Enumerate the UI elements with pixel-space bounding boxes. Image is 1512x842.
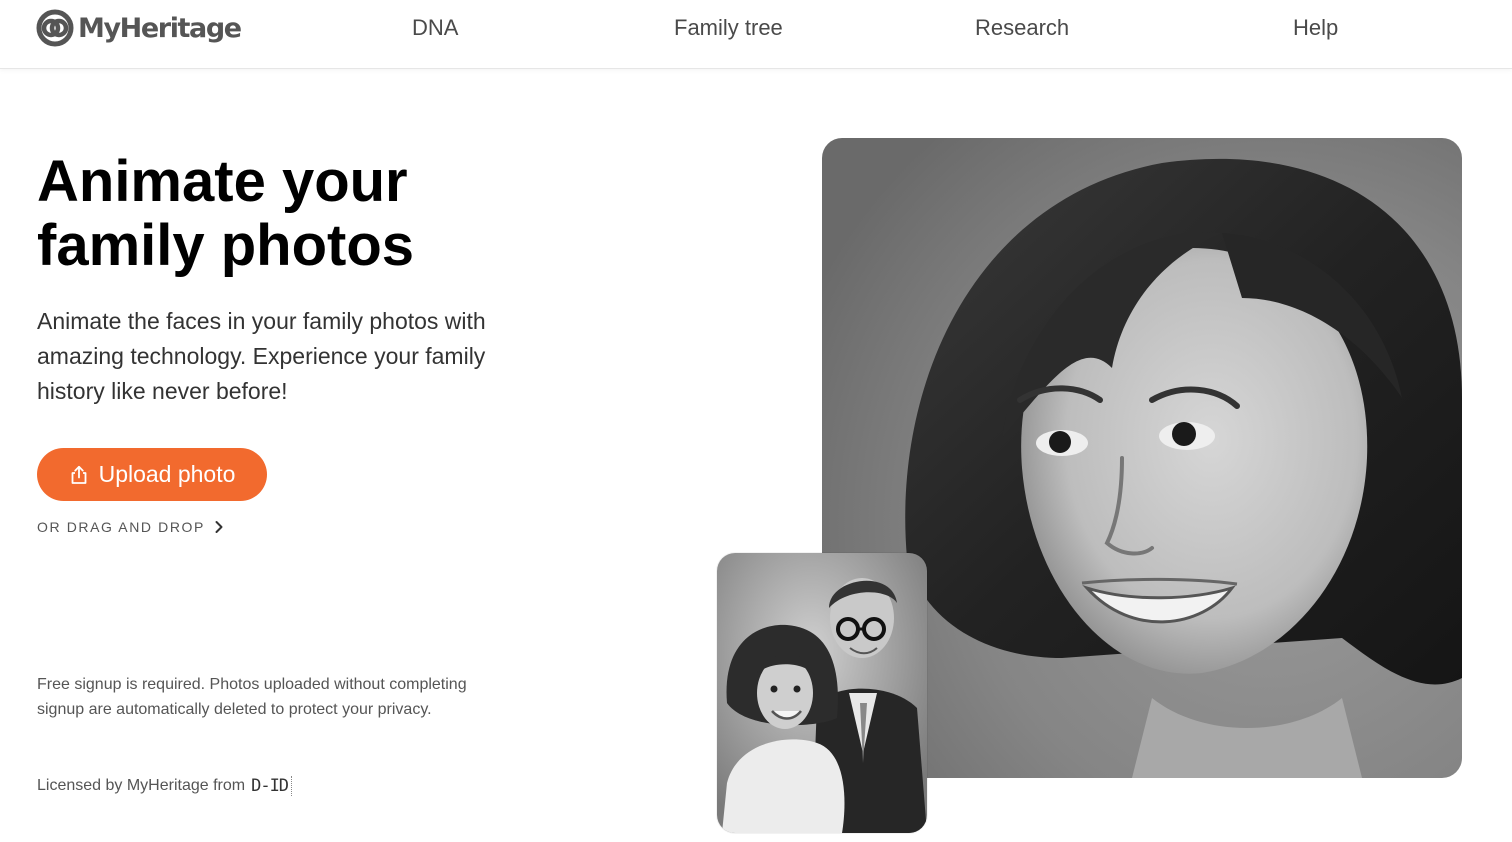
nav-dna[interactable]: DNA [412, 15, 458, 41]
drag-and-drop-link[interactable]: OR DRAG AND DROP [37, 519, 224, 535]
myheritage-logo[interactable]: MyHeritage [36, 9, 242, 47]
site-header: MyHeritage DNA Family tree Research Help [0, 0, 1512, 69]
logo-text: MyHeritage [78, 12, 242, 44]
title-line-2: family photos [37, 213, 415, 278]
couple-thumbnail-image[interactable] [717, 553, 927, 833]
upload-photo-label: Upload photo [98, 461, 236, 487]
nav-help[interactable]: Help [1293, 15, 1338, 41]
hero-description: Animate the faces in your family photos … [37, 308, 486, 404]
chevron-right-icon [215, 521, 223, 533]
signup-notice: Free signup is required. Photos uploaded… [37, 676, 467, 718]
nav-research[interactable]: Research [975, 15, 1069, 41]
licensed-text: Licensed by MyHeritage from [37, 777, 246, 794]
did-logo: D-ID [251, 776, 293, 796]
upload-photo-button[interactable]: Upload photo [37, 448, 267, 501]
myheritage-logo-icon [36, 9, 74, 47]
upload-icon [71, 465, 86, 484]
page-title: Animate your family photos [37, 150, 557, 278]
nav-family-tree[interactable]: Family tree [674, 15, 783, 41]
drag-and-drop-label: OR DRAG AND DROP [37, 519, 205, 535]
license-line: Licensed by MyHeritage from D-ID [37, 776, 293, 796]
title-line-1: Animate your [37, 149, 408, 214]
